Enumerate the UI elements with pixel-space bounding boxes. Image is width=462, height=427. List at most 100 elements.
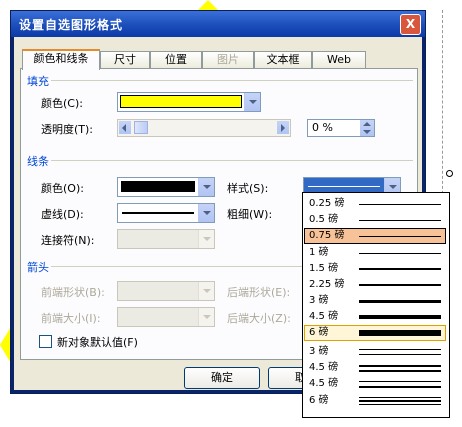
line-style-option-label: 4.5 磅 xyxy=(309,362,339,373)
connector-combo[interactable] xyxy=(117,229,215,249)
dash-label: 虚线(D): xyxy=(41,208,84,221)
line-style-option-label: 3 磅 xyxy=(309,346,329,357)
line-style-option[interactable]: 4.5 磅 xyxy=(305,361,445,375)
line-style-option-label: 1.5 磅 xyxy=(309,263,339,274)
close-button[interactable]: X xyxy=(400,14,421,35)
chevron-down-icon xyxy=(389,185,397,189)
slider-right-arrow-icon[interactable] xyxy=(277,121,289,134)
line-color-swatch xyxy=(121,181,195,192)
tab-picture[interactable]: 图片 xyxy=(202,51,254,68)
line-style-option[interactable]: 0.75 磅 xyxy=(304,228,446,244)
line-style-option-label: 3 磅 xyxy=(309,295,329,306)
line-style-option[interactable]: 1.5 磅 xyxy=(305,262,445,276)
chevron-down-icon xyxy=(203,211,211,215)
spinner-up-down-icon[interactable] xyxy=(360,120,374,136)
line-style-option[interactable]: 3 磅 xyxy=(305,294,445,308)
transparency-label: 透明度(T): xyxy=(41,123,94,136)
line-style-preview xyxy=(359,397,441,398)
chevron-down-icon xyxy=(249,100,257,104)
dash-preview xyxy=(122,212,194,214)
line-style-preview xyxy=(359,370,441,372)
line-style-option-label: 0.75 磅 xyxy=(309,230,345,241)
line-style-option[interactable]: 4.5 磅 xyxy=(305,310,445,324)
selection-handle[interactable] xyxy=(446,170,453,177)
line-style-preview xyxy=(359,284,441,286)
line-color-dropdown-button[interactable] xyxy=(198,178,214,196)
slider-left-arrow-icon[interactable] xyxy=(119,121,131,134)
line-color-combo[interactable] xyxy=(117,177,215,197)
slider-thumb[interactable] xyxy=(134,121,148,134)
line-style-option[interactable]: 0.25 磅 xyxy=(305,197,445,211)
section-divider xyxy=(51,80,413,81)
end-size-label: 后端大小(Z): xyxy=(227,312,291,325)
line-style-option-label: 0.25 磅 xyxy=(309,198,345,209)
connector-label: 连接符(N): xyxy=(41,234,95,247)
line-style-preview xyxy=(359,400,441,402)
line-style-preview xyxy=(359,365,441,367)
transparency-spinner[interactable]: 0 % xyxy=(307,119,375,137)
line-section-title: 线条 xyxy=(27,155,49,168)
line-style-option-label: 6 磅 xyxy=(309,395,329,406)
default-for-new-objects-checkbox[interactable] xyxy=(39,335,52,348)
line-style-preview xyxy=(359,404,441,405)
begin-style-label: 前端形状(B): xyxy=(41,286,105,299)
chevron-down-icon xyxy=(203,185,211,189)
begin-style-combo[interactable] xyxy=(117,281,215,301)
line-style-option[interactable]: 0.5 磅 xyxy=(305,213,445,227)
begin-size-label: 前端大小(I): xyxy=(41,312,101,325)
end-style-label: 后端形状(E): xyxy=(227,286,291,299)
line-style-preview xyxy=(359,381,441,382)
chevron-down-icon xyxy=(203,237,211,241)
line-style-preview xyxy=(359,330,441,336)
tab-position[interactable]: 位置 xyxy=(150,51,202,68)
line-style-option[interactable]: 3 磅 xyxy=(305,345,445,359)
arrows-section-title: 箭头 xyxy=(27,261,49,274)
fill-color-combo[interactable] xyxy=(117,92,261,112)
connector-dropdown-button[interactable] xyxy=(198,230,214,248)
fill-color-dropdown-button[interactable] xyxy=(244,93,260,111)
line-style-option-label: 6 磅 xyxy=(309,327,329,338)
default-for-new-objects-label[interactable]: 新对象默认值(F) xyxy=(57,334,138,350)
fill-color-swatch xyxy=(120,95,242,108)
line-style-option[interactable]: 6 磅 xyxy=(304,325,446,341)
begin-style-dropdown-button[interactable] xyxy=(198,282,214,300)
tab-textbox[interactable]: 文本框 xyxy=(254,51,312,68)
close-icon: X xyxy=(405,17,416,31)
line-color-label: 颜色(O): xyxy=(41,182,84,195)
line-style-preview xyxy=(308,186,380,187)
line-weight-label: 粗细(W): xyxy=(227,208,273,221)
line-style-dropdown-list[interactable]: 0.25 磅 0.5 磅 0.75 磅 1 磅 1.5 磅 2.25 磅 3 磅 4.5 磅 6… xyxy=(302,192,450,418)
line-style-preview xyxy=(359,386,441,388)
line-style-option[interactable]: 2.25 磅 xyxy=(305,278,445,292)
tab-colors-and-lines[interactable]: 颜色和线条 xyxy=(22,49,100,70)
line-style-preview xyxy=(359,349,441,350)
dash-dropdown-button[interactable] xyxy=(198,204,214,222)
line-style-preview xyxy=(359,354,441,355)
line-style-option-label: 1 磅 xyxy=(309,247,329,258)
line-style-option[interactable]: 1 磅 xyxy=(305,246,445,260)
transparency-slider[interactable] xyxy=(117,119,291,137)
tab-web[interactable]: Web xyxy=(312,51,366,68)
fill-section-title: 填充 xyxy=(27,75,49,88)
line-style-option[interactable]: 6 磅 xyxy=(305,394,445,408)
begin-size-dropdown-button[interactable] xyxy=(198,308,214,326)
line-style-option-label: 4.5 磅 xyxy=(309,378,339,389)
line-style-option[interactable]: 4.5 磅 xyxy=(305,377,445,391)
line-style-preview xyxy=(359,300,441,303)
line-style-preview xyxy=(359,220,441,221)
dialog-title: 设置自选图形格式 xyxy=(19,18,124,32)
chevron-down-icon xyxy=(203,315,211,319)
tab-size[interactable]: 尺寸 xyxy=(100,51,150,68)
fill-color-label: 颜色(C): xyxy=(41,97,83,110)
line-style-preview xyxy=(359,236,441,237)
ok-button[interactable]: 确定 xyxy=(184,367,260,389)
line-style-preview xyxy=(359,204,441,205)
transparency-value[interactable]: 0 % xyxy=(312,121,333,134)
dialog-titlebar[interactable]: 设置自选图形格式 X xyxy=(11,11,425,37)
dash-combo[interactable] xyxy=(117,203,215,223)
begin-size-combo[interactable] xyxy=(117,307,215,327)
line-style-option-label: 0.5 磅 xyxy=(309,214,339,225)
line-style-preview xyxy=(359,315,441,319)
line-style-preview xyxy=(359,253,441,254)
line-style-option-label: 2.25 磅 xyxy=(309,279,345,290)
